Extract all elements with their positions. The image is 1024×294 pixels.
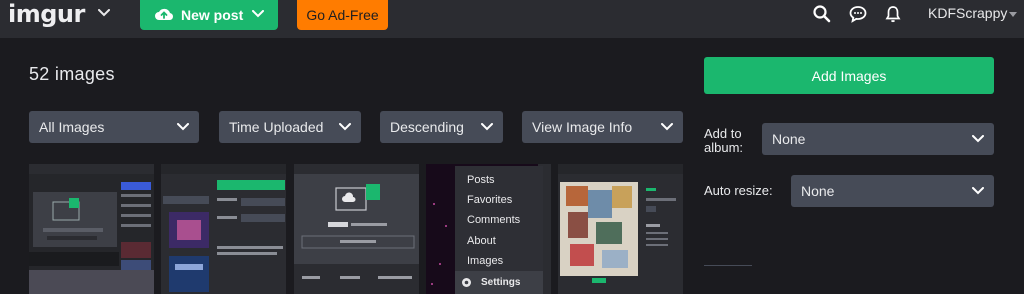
chevron-down-icon: [481, 123, 493, 131]
filter-time-uploaded-dropdown[interactable]: Time Uploaded: [219, 111, 361, 143]
album-select-value: None: [772, 131, 806, 147]
new-post-button[interactable]: New post: [140, 0, 278, 30]
image-thumbnail[interactable]: [161, 164, 286, 294]
dropdown-label: View Image Info: [532, 119, 633, 135]
search-icon[interactable]: [813, 5, 831, 23]
thumbnail-image: [558, 164, 683, 283]
caret-down-icon[interactable]: [1009, 12, 1017, 17]
upload-icon: [155, 8, 174, 21]
image-thumbnail[interactable]: [29, 164, 154, 294]
dropdown-label: All Images: [39, 119, 105, 135]
filter-all-images-dropdown[interactable]: All Images: [29, 111, 199, 143]
menu-item-label: Settings: [481, 277, 521, 288]
gear-icon: [462, 278, 471, 287]
filter-view-info-dropdown[interactable]: View Image Info: [522, 111, 683, 143]
menu-item-images[interactable]: Images: [467, 255, 503, 267]
chevron-down-icon: [339, 123, 351, 131]
chevron-down-icon: [972, 187, 984, 195]
album-select[interactable]: None: [762, 123, 994, 155]
profile-menu: Posts Favorites Comments About Images Se…: [455, 166, 543, 294]
chevron-down-icon[interactable]: [98, 9, 110, 17]
dropdown-label: Descending: [390, 119, 464, 135]
image-count: 52 images: [29, 64, 115, 84]
username[interactable]: KDFScrappy: [928, 5, 1007, 21]
auto-resize-select[interactable]: None: [791, 175, 994, 207]
add-to-album-label: Add to album:: [704, 126, 744, 155]
divider: [704, 265, 752, 266]
thumbnail-image: [161, 164, 286, 292]
thumbnail-image: [294, 164, 419, 294]
go-ad-free-button[interactable]: Go Ad-Free: [297, 0, 388, 30]
image-thumbnail[interactable]: [294, 164, 419, 294]
add-images-button[interactable]: Add Images: [704, 57, 994, 94]
new-post-label: New post: [181, 7, 244, 23]
menu-item-favorites[interactable]: Favorites: [467, 194, 512, 206]
image-thumbnail[interactable]: [558, 164, 683, 294]
dropdown-label: Time Uploaded: [229, 119, 324, 135]
top-bar: imgur New post Go Ad-Free KDFScrappy: [0, 0, 1024, 38]
chevron-down-icon[interactable]: [252, 10, 264, 18]
menu-item-about[interactable]: About: [467, 235, 496, 247]
menu-item-posts[interactable]: Posts: [467, 174, 495, 186]
auto-resize-value: None: [801, 183, 835, 199]
chevron-down-icon: [177, 123, 189, 131]
chat-icon[interactable]: [849, 5, 867, 23]
menu-item-comments[interactable]: Comments: [467, 214, 520, 226]
filter-sort-order-dropdown[interactable]: Descending: [380, 111, 503, 143]
chevron-down-icon: [972, 135, 984, 143]
menu-item-settings[interactable]: Settings: [455, 271, 543, 294]
imgur-logo[interactable]: imgur: [8, 0, 85, 28]
auto-resize-label: Auto resize:: [704, 183, 773, 198]
thumbnail-image: [29, 164, 154, 294]
bell-icon[interactable]: [885, 5, 901, 23]
chevron-down-icon: [661, 123, 673, 131]
